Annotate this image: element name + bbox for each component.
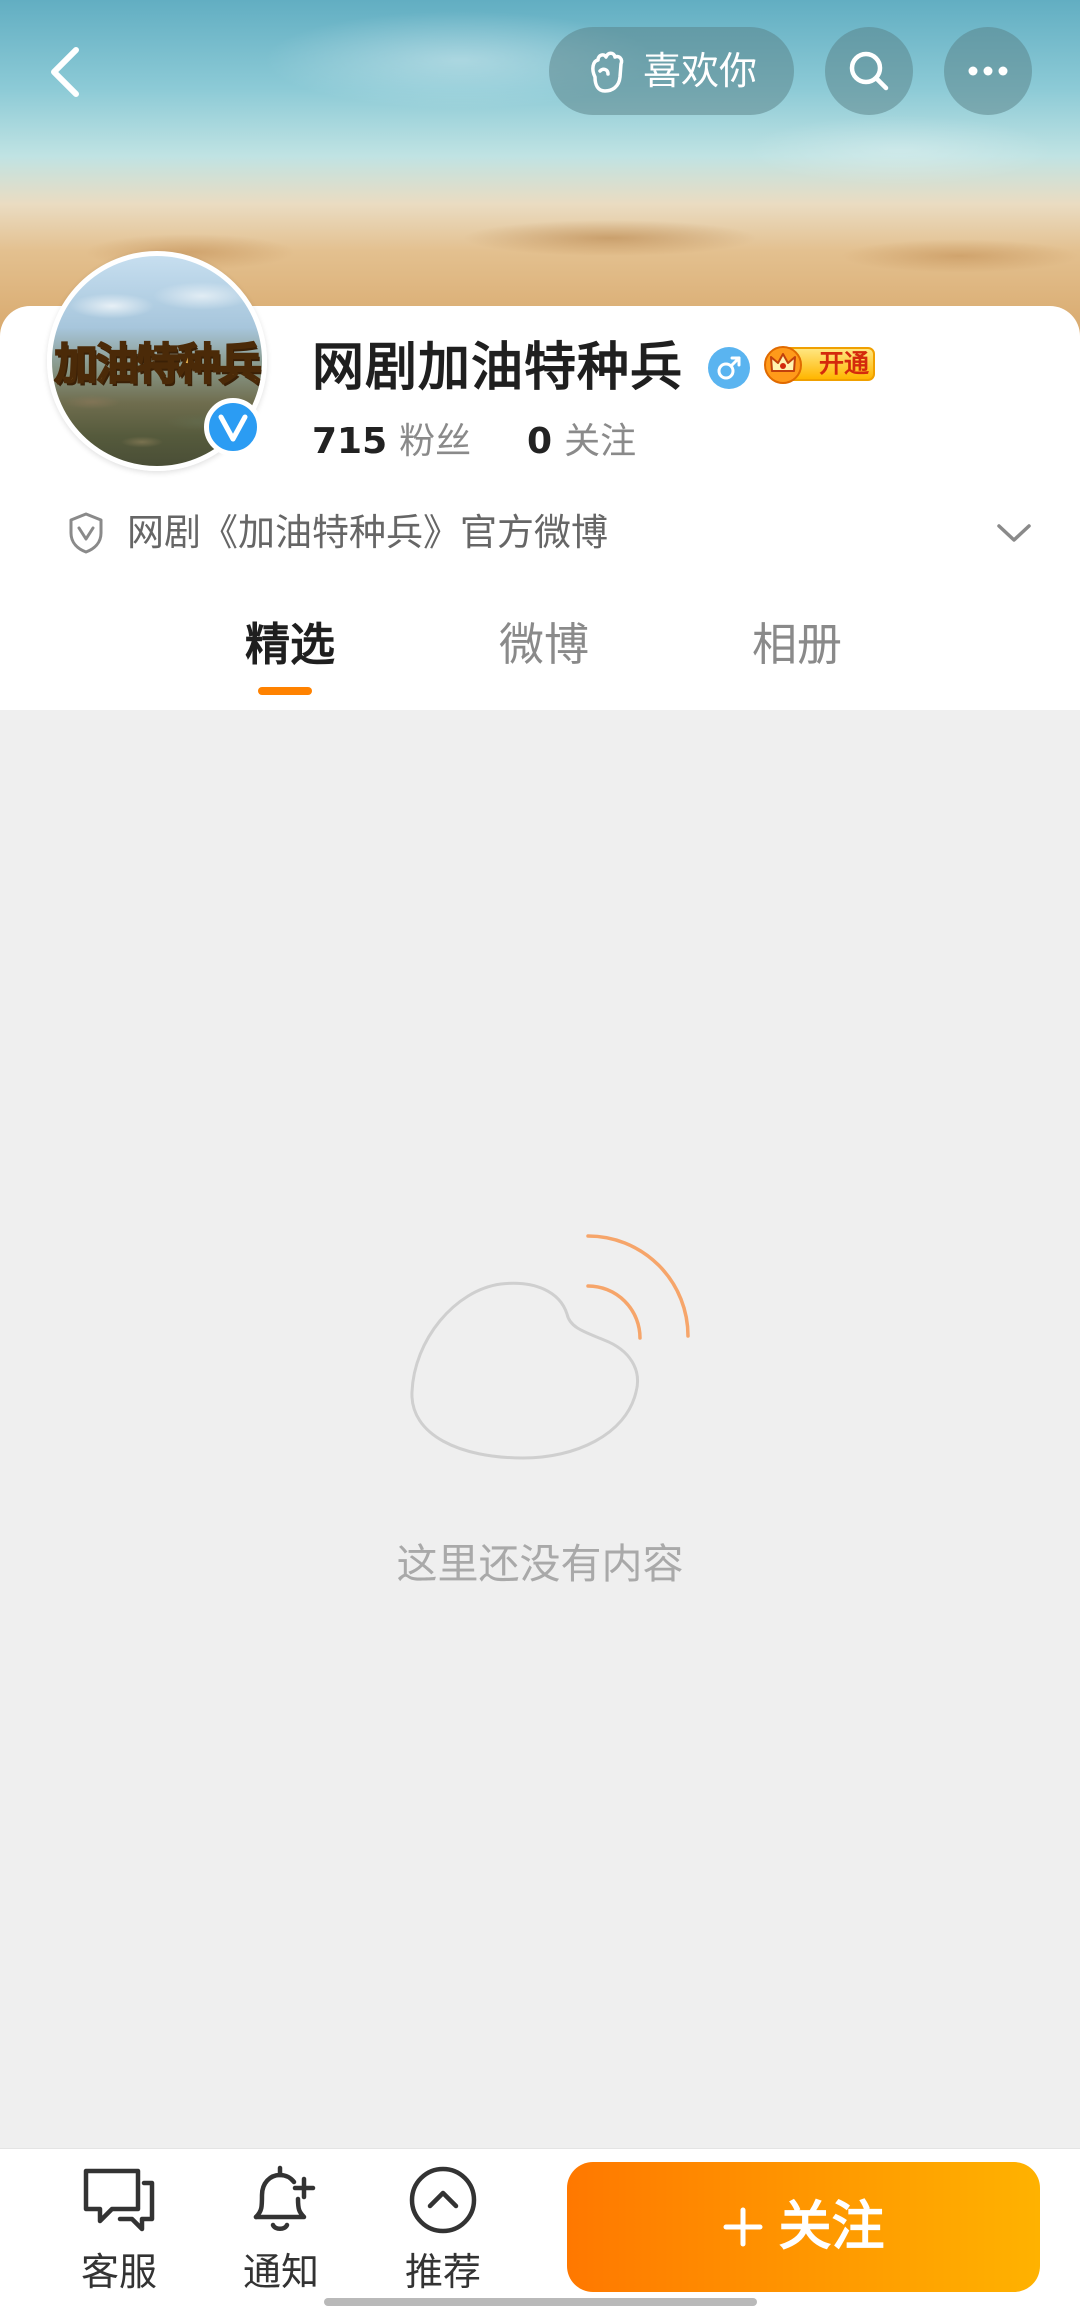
plus-icon (723, 2207, 762, 2247)
gender-badge (708, 347, 750, 389)
tab-album[interactable]: 相册 (697, 615, 897, 675)
profile-description: 网剧《加油特种兵》官方微博 (127, 511, 608, 554)
avatar-logo-text: 加油特种兵 (54, 339, 263, 391)
tab-weibo[interactable]: 微博 (444, 615, 644, 675)
chevron-up-circle-icon (409, 2166, 477, 2234)
male-icon (717, 356, 741, 380)
recommend-button[interactable]: 推荐 (373, 2160, 513, 2300)
following-label: 关注 (564, 421, 637, 462)
search-icon (849, 51, 889, 91)
profile-name: 网剧加油特种兵 (312, 338, 684, 398)
crown-icon (764, 346, 802, 384)
recommend-label: 推荐 (404, 2250, 481, 2294)
profile-stats: 715 粉丝 0 关注 (312, 418, 912, 466)
empty-state-message: 这里还没有内容 (396, 1540, 684, 1588)
fans-label: 粉丝 (399, 421, 472, 462)
chat-bubbles-icon (83, 2168, 155, 2232)
customer-service-button[interactable]: 客服 (49, 2160, 189, 2300)
customer-service-label: 客服 (80, 2250, 157, 2294)
following-stat[interactable]: 0 关注 (527, 418, 636, 472)
vip-open-badge[interactable]: 开通 (763, 343, 875, 385)
more-icon (968, 66, 1008, 76)
bell-plus-icon (253, 2165, 316, 2231)
active-tab-indicator (258, 687, 312, 695)
home-indicator[interactable] (324, 2298, 757, 2306)
hand-heart-icon (591, 51, 624, 93)
follow-label: 关注 (778, 2196, 885, 2257)
more-button[interactable] (944, 27, 1032, 115)
like-you-button[interactable]: 喜欢你 (549, 27, 794, 115)
fans-count: 715 (312, 421, 388, 462)
back-button[interactable] (36, 40, 100, 104)
notify-button[interactable]: 通知 (211, 2160, 351, 2300)
following-count: 0 (527, 421, 553, 462)
tab-featured[interactable]: 精选 (190, 615, 390, 675)
chevron-left-icon (51, 47, 79, 97)
verified-badge (204, 398, 262, 456)
chevron-down-icon[interactable] (994, 521, 1034, 545)
empty-cloud-icon (410, 1234, 690, 1460)
fans-stat[interactable]: 715 粉丝 (312, 418, 471, 472)
search-button[interactable] (825, 27, 913, 115)
notify-label: 通知 (242, 2250, 319, 2294)
follow-button[interactable]: 关注 (567, 2162, 1040, 2292)
verified-v-icon (218, 414, 248, 442)
shield-icon (69, 512, 103, 554)
like-you-label: 喜欢你 (643, 49, 758, 93)
vip-label: 开通 (819, 349, 870, 378)
